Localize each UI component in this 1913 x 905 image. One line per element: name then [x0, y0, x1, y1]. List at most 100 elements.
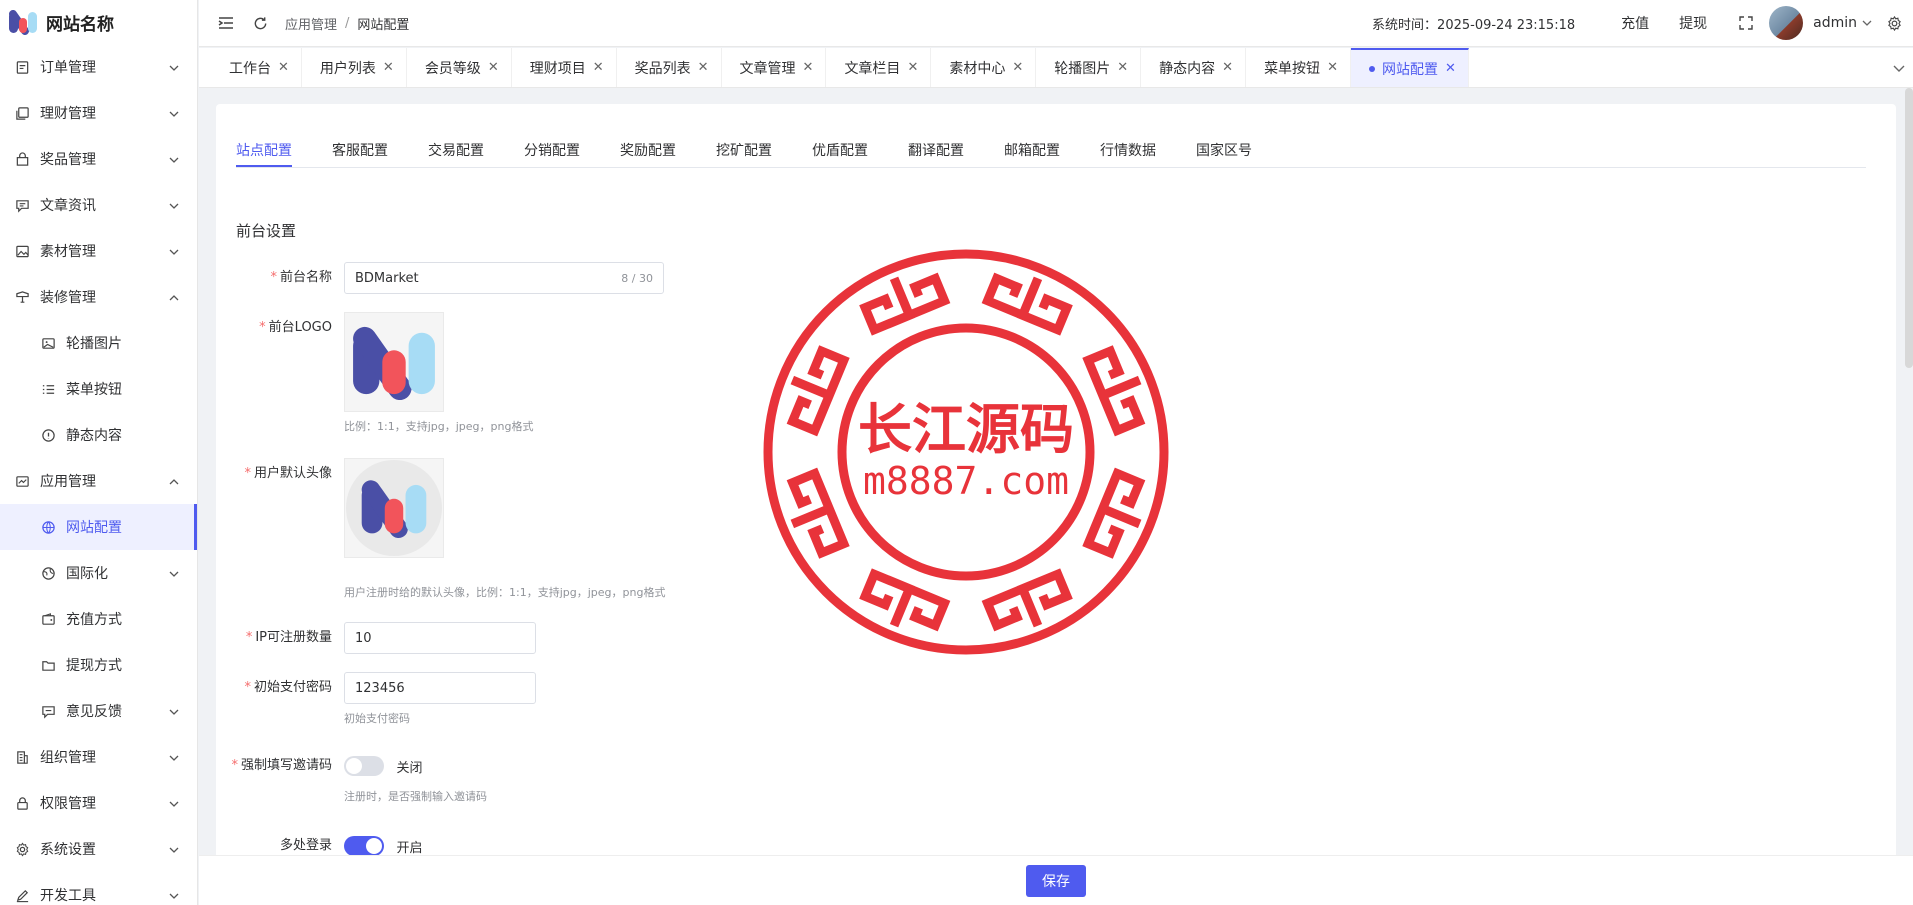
tabs-more-chevron-icon[interactable]: [1893, 62, 1907, 76]
sidebar-item-15[interactable]: 意见反馈: [0, 688, 197, 734]
sidebar-item-2[interactable]: 理财管理: [0, 90, 197, 136]
page-tab-4[interactable]: 理财项目 ✕: [512, 48, 617, 87]
invite-code-switch[interactable]: [344, 756, 384, 776]
sidebar-item-label: 文章资讯: [40, 198, 96, 214]
page-tab-8[interactable]: 素材中心 ✕: [931, 48, 1037, 87]
chevron-down-icon: [169, 797, 181, 809]
article-icon: [14, 197, 30, 213]
chevron-up-icon: [169, 475, 181, 487]
recharge-link[interactable]: 充值: [1621, 13, 1649, 33]
sidebar-item-label: 静态内容: [66, 428, 122, 444]
form-row-invite-code: * 强制填写邀请码 关闭 注册时，是否强制输入邀请码: [216, 750, 487, 804]
close-icon[interactable]: ✕: [1445, 61, 1456, 76]
form-row-ip-limit: * IP可注册数量 10: [216, 622, 536, 654]
subtab-7[interactable]: 优盾配置: [812, 118, 868, 167]
page-tab-9[interactable]: 轮播图片 ✕: [1036, 48, 1142, 87]
subtab-6[interactable]: 挖矿配置: [716, 118, 772, 167]
sidebar-item-17[interactable]: 权限管理: [0, 780, 197, 826]
sidebar-item-label: 菜单按钮: [66, 382, 122, 398]
page-tab-10[interactable]: 静态内容 ✕: [1141, 48, 1247, 87]
ip-limit-input[interactable]: 10: [344, 622, 536, 654]
sidebar-item-10[interactable]: 应用管理: [0, 458, 197, 504]
user-avatar[interactable]: [1769, 6, 1804, 40]
app-logo[interactable]: 网站名称: [0, 0, 197, 44]
close-icon[interactable]: ✕: [1327, 60, 1338, 75]
sidebar-item-11[interactable]: 网站配置: [0, 504, 197, 550]
settings-gear-icon[interactable]: [1885, 14, 1903, 32]
subtab-11[interactable]: 国家区号: [1196, 118, 1252, 167]
sidebar-item-12[interactable]: 国际化: [0, 550, 197, 596]
close-icon[interactable]: ✕: [1222, 60, 1233, 75]
sidebar-item-6[interactable]: 装修管理: [0, 274, 197, 320]
close-icon[interactable]: ✕: [593, 60, 604, 75]
sidebar-item-8[interactable]: 菜单按钮: [0, 366, 197, 412]
page-tab-12[interactable]: 网站配置 ✕: [1350, 48, 1469, 87]
page-tab-11[interactable]: 菜单按钮 ✕: [1246, 48, 1351, 87]
page-scrollbar[interactable]: [1905, 88, 1913, 368]
pay-password-input[interactable]: 123456: [344, 672, 536, 704]
sidebar-item-14[interactable]: 提现方式: [0, 642, 197, 688]
breadcrumb-current: 网站配置: [357, 17, 410, 33]
gift-icon: [14, 151, 30, 167]
subtab-8[interactable]: 翻译配置: [908, 118, 964, 167]
close-icon[interactable]: ✕: [278, 60, 289, 75]
page-tab-1[interactable]: 工作台 ✕: [211, 48, 302, 87]
tab-label: 奖品列表: [634, 60, 691, 77]
page-tab-3[interactable]: 会员等级 ✕: [407, 48, 512, 87]
list-icon: [40, 381, 56, 397]
fullscreen-icon[interactable]: [1737, 14, 1755, 32]
close-icon[interactable]: ✕: [488, 60, 499, 75]
subtab-3[interactable]: 交易配置: [428, 118, 484, 167]
close-icon[interactable]: ✕: [803, 60, 814, 75]
site-name-label: * 前台名称: [270, 270, 332, 285]
avatar-hint: 用户注册时给的默认头像，比例：1:1，支持jpg，jpeg，png格式: [344, 586, 666, 599]
sidebar-item-7[interactable]: 轮播图片: [0, 320, 197, 366]
sidebar-item-19[interactable]: 开发工具: [0, 872, 197, 905]
page-tab-7[interactable]: 文章栏目 ✕: [826, 48, 932, 87]
user-name[interactable]: admin: [1813, 15, 1857, 31]
subtab-5[interactable]: 奖励配置: [620, 118, 676, 167]
logo-upload[interactable]: [344, 312, 444, 412]
subtab-1[interactable]: 站点配置: [236, 118, 292, 167]
config-subtabs: 站点配置 客服配置 交易配置 分销配置 奖励配置 挖矿配置 优盾配置 翻译配置 邮箱配置 行情数据…: [236, 118, 1866, 168]
chevron-down-icon: [169, 567, 181, 579]
chevron-down-icon: [169, 107, 181, 119]
withdraw-link[interactable]: 提现: [1679, 13, 1707, 33]
folder-icon: [40, 657, 56, 673]
sidebar-item-13[interactable]: 充值方式: [0, 596, 197, 642]
sidebar-item-3[interactable]: 奖品管理: [0, 136, 197, 182]
subtab-4[interactable]: 分销配置: [524, 118, 580, 167]
page-tabs: 工作台 ✕ 用户列表 ✕ 会员等级 ✕ 理财项目 ✕ 奖品列表 ✕ 文章管理 ✕ 文章栏目 ✕ 素材中心 ✕ 轮…: [199, 48, 1913, 88]
breadcrumb-parent[interactable]: 应用管理: [285, 14, 337, 33]
chevron-down-icon[interactable]: [1861, 14, 1873, 32]
page-tab-5[interactable]: 奖品列表 ✕: [617, 48, 722, 87]
pay-password-value: 123456: [355, 680, 405, 696]
collapse-menu-icon[interactable]: [217, 14, 235, 32]
breadcrumb-separator: /: [345, 15, 350, 31]
refresh-icon[interactable]: [251, 14, 269, 32]
sidebar-item-9[interactable]: 静态内容: [0, 412, 197, 458]
multi-login-switch[interactable]: [344, 836, 384, 856]
close-icon[interactable]: ✕: [698, 60, 709, 75]
page-tab-2[interactable]: 用户列表 ✕: [302, 48, 407, 87]
page-tab-6[interactable]: 文章管理 ✕: [722, 48, 827, 87]
close-icon[interactable]: ✕: [383, 60, 394, 75]
sidebar-item-5[interactable]: 素材管理: [0, 228, 197, 274]
site-logo-image: [353, 326, 435, 400]
close-icon[interactable]: ✕: [1117, 60, 1128, 75]
switch-knob: [366, 838, 382, 854]
close-icon[interactable]: ✕: [907, 60, 918, 75]
subtab-2[interactable]: 客服配置: [332, 118, 388, 167]
sidebar-item-1[interactable]: 订单管理: [0, 44, 197, 90]
avatar-upload[interactable]: [344, 458, 444, 558]
subtab-9[interactable]: 邮箱配置: [1004, 118, 1060, 167]
site-name-input[interactable]: BDMarket 8 / 30: [344, 262, 664, 294]
save-button[interactable]: 保存: [1026, 864, 1086, 897]
sidebar: 网站名称 订单管理 理财管理 奖品管理文章资讯素材管理 装修管理 轮播图片菜单按钮静态内…: [0, 0, 198, 905]
sidebar-item-16[interactable]: 组织管理: [0, 734, 197, 780]
close-icon[interactable]: ✕: [1012, 60, 1023, 75]
chevron-down-icon: [169, 889, 181, 901]
sidebar-item-18[interactable]: 系统设置: [0, 826, 197, 872]
subtab-10[interactable]: 行情数据: [1100, 118, 1156, 167]
sidebar-item-4[interactable]: 文章资讯: [0, 182, 197, 228]
